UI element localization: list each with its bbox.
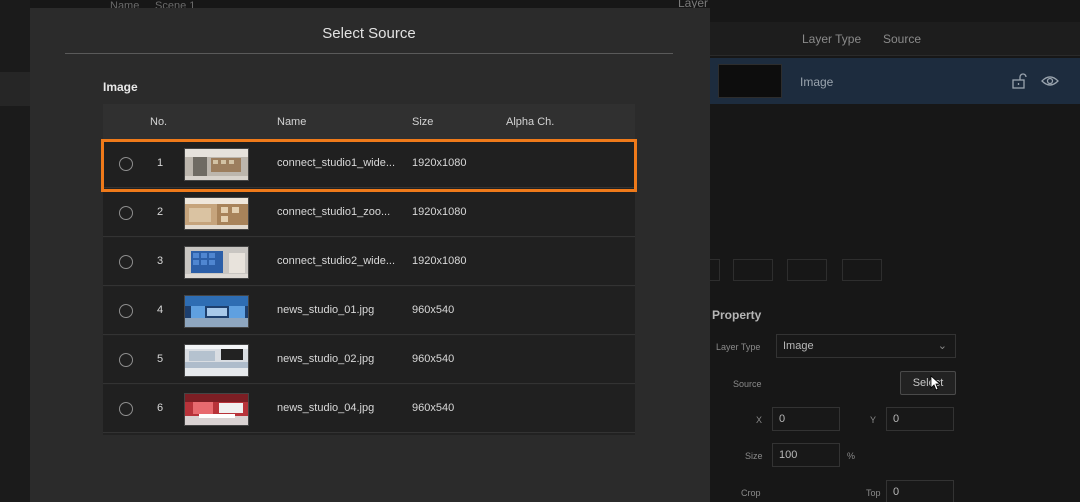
row-radio[interactable] [119, 402, 133, 416]
layer-col-type: Layer Type [802, 32, 862, 46]
col-header-name: Name [277, 116, 307, 128]
row-number: 5 [156, 353, 164, 365]
studio-thumbnail [184, 344, 249, 377]
select-source-dialog: Select Source Image No. Name Size Alpha … [30, 8, 710, 502]
layer-toolbar-button-2[interactable] [733, 259, 773, 281]
table-header: No. Name Size Alpha Ch. [103, 104, 635, 140]
row-name: connect_studio1_zoo... [277, 206, 391, 218]
studio-thumbnail [184, 246, 249, 279]
layer-toolbar-button-4[interactable] [842, 259, 882, 281]
x-label: X [756, 415, 763, 425]
row-radio[interactable] [119, 206, 133, 220]
studio-thumbnail [184, 197, 249, 230]
row-size: 960x540 [412, 402, 455, 414]
size-input[interactable]: 100 [772, 443, 840, 467]
row-name: connect_studio2_wide... [277, 255, 396, 267]
row-number: 4 [156, 304, 164, 316]
top-input[interactable]: 0 [886, 480, 954, 502]
table-row[interactable]: 2 connect_studio1_zoo... 1920x1080 [103, 189, 635, 237]
source-label: Source [733, 379, 762, 389]
layer-type-value: Image [783, 340, 814, 352]
col-header-size: Size [412, 116, 434, 128]
unlock-icon[interactable] [1010, 72, 1028, 90]
size-unit: % [847, 451, 856, 461]
row-radio[interactable] [119, 304, 133, 318]
table-row[interactable]: 4 news_studio_01.jpg 960x540 [103, 287, 635, 335]
dialog-title: Select Source [322, 25, 416, 42]
table-row[interactable]: 5 news_studio_02.jpg 960x540 [103, 336, 635, 384]
table-row[interactable]: 3 connect_studio2_wide... 1920x1080 [103, 238, 635, 286]
row-radio[interactable] [119, 255, 133, 269]
row-name: news_studio_04.jpg [277, 402, 375, 414]
table-row[interactable]: 6 news_studio_04.jpg 960x540 [103, 385, 635, 433]
row-size: 960x540 [412, 353, 455, 365]
eye-icon[interactable] [1041, 72, 1059, 90]
col-header-alpha: Alpha Ch. [506, 116, 555, 128]
left-sidebar-selected [0, 72, 30, 106]
row-size: 1920x1080 [412, 206, 467, 218]
title-divider [65, 53, 673, 54]
layer-type-label: Layer Type [716, 342, 761, 352]
row-size: 960x540 [412, 304, 455, 316]
layer-thumbnail [718, 64, 782, 98]
mouse-cursor-icon [930, 375, 942, 391]
y-input[interactable]: 0 [886, 407, 954, 431]
select-source-button[interactable]: Select [900, 371, 956, 395]
size-label: Size [745, 451, 763, 461]
row-name: news_studio_01.jpg [277, 304, 375, 316]
layer-toolbar-button-3[interactable] [787, 259, 827, 281]
studio-thumbnail [184, 295, 249, 328]
chevron-down-icon: ⌄ [937, 340, 947, 352]
row-number: 3 [156, 255, 164, 267]
top-label: Top [866, 488, 881, 498]
crop-label: Crop [741, 488, 761, 498]
col-header-no: No. [150, 116, 168, 128]
layer-col-source: Source [883, 32, 922, 46]
layer-type-select[interactable]: Image ⌄ [776, 334, 956, 358]
section-label-image: Image [103, 80, 138, 94]
row-number: 2 [156, 206, 164, 218]
layer-row-type: Image [800, 75, 834, 89]
studio-thumbnail [184, 393, 249, 426]
x-input[interactable]: 0 [772, 407, 840, 431]
row-radio[interactable] [119, 353, 133, 367]
selection-highlight [101, 139, 637, 192]
row-name: news_studio_02.jpg [277, 353, 375, 365]
property-title: Property [712, 308, 762, 322]
row-number: 6 [156, 402, 164, 414]
row-size: 1920x1080 [412, 255, 467, 267]
y-label: Y [870, 415, 877, 425]
